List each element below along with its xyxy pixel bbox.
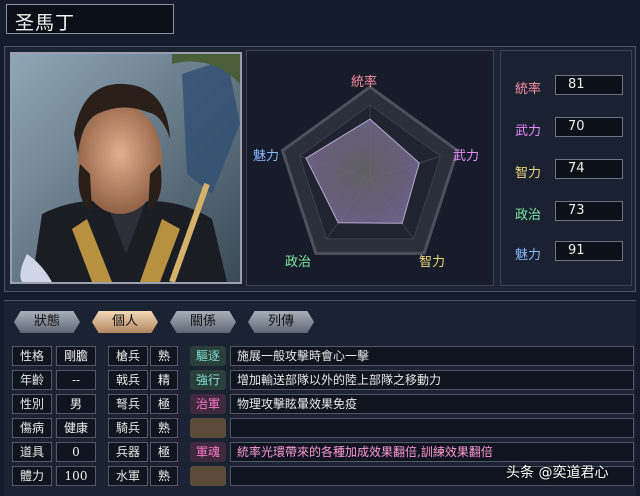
weapon-label: 弩兵: [108, 394, 148, 414]
name-banner: 圣馬丁: [6, 4, 174, 34]
skill-description: 統率光環帶來的各種加成效果翻倍,訓練效果翻倍: [230, 442, 634, 462]
personal-label: 道具: [12, 442, 52, 462]
stat-row-war: 武力 70: [509, 117, 629, 139]
portrait-image: [12, 54, 240, 282]
stat-row-int: 智力 74: [509, 159, 629, 181]
skill-tag[interactable]: 軍魂: [190, 442, 226, 462]
skill-description: 增加輸送部隊以外的陸上部隊之移動力: [230, 370, 634, 390]
personal-value: 0: [56, 442, 96, 462]
weapon-rank: 極: [150, 442, 178, 462]
stat-value: 81: [555, 75, 623, 95]
stat-label: 智力: [514, 166, 541, 181]
weapon-rank: 熟: [150, 346, 178, 366]
tab-status[interactable]: 狀態: [14, 311, 80, 333]
radar-label-pol: 政治: [285, 255, 312, 270]
skill-tag[interactable]: 治軍: [190, 394, 226, 414]
stat-row-lead: 統率 81: [509, 75, 629, 97]
skill-description: 物理攻擊眩暈效果免疫: [230, 394, 634, 414]
personal-label: 年齡: [12, 370, 52, 390]
personal-value: 健康: [56, 418, 96, 438]
stat-label: 政治: [514, 208, 541, 223]
weapon-rank: 極: [150, 394, 178, 414]
skill-description: 施展一般攻擊時會心一擊: [230, 346, 634, 366]
personal-label: 性格: [12, 346, 52, 366]
personal-value: 剛膽: [56, 346, 96, 366]
weapon-label: 槍兵: [108, 346, 148, 366]
radar-label-int: 智力: [419, 255, 446, 270]
watermark: 头条 @奕道君心: [506, 465, 609, 481]
skill-description-empty: [230, 418, 634, 438]
weapon-label: 戟兵: [108, 370, 148, 390]
stat-label: 統率: [514, 82, 541, 97]
skill-slot-empty: [190, 466, 226, 486]
weapon-rank: 熟: [150, 418, 178, 438]
stat-row-pol: 政治 73: [509, 201, 629, 223]
stat-label: 武力: [514, 124, 541, 139]
weapon-label: 水軍: [108, 466, 148, 486]
personal-label: 傷病: [12, 418, 52, 438]
skill-tag[interactable]: 驅逐: [190, 346, 226, 366]
tab-relations[interactable]: 關係: [170, 311, 236, 333]
tab-biography[interactable]: 列傳: [248, 311, 314, 333]
weapon-label: 兵器: [108, 442, 148, 462]
stat-value: 91: [555, 241, 623, 261]
stat-value: 73: [555, 201, 623, 221]
personal-label: 體力: [12, 466, 52, 486]
stat-value: 74: [555, 159, 623, 179]
stat-label: 魅力: [514, 248, 541, 263]
stat-radar-chart: 統率 武力 智力 政治 魅力: [246, 50, 494, 286]
character-portrait: [10, 52, 242, 284]
weapon-rank: 熟: [150, 466, 178, 486]
personal-value: 100: [56, 466, 96, 486]
tab-personal[interactable]: 個人: [92, 311, 158, 333]
stat-row-cha: 魅力 91: [509, 241, 629, 263]
stat-value: 70: [555, 117, 623, 137]
personal-label: 性別: [12, 394, 52, 414]
personal-value: --: [56, 370, 96, 390]
radar-label-cha: 魅力: [253, 149, 280, 164]
radar-label-lead: 統率: [351, 75, 378, 90]
weapon-rank: 精: [150, 370, 178, 390]
skill-slot-empty: [190, 418, 226, 438]
radar-label-war: 武力: [453, 149, 480, 164]
personal-value: 男: [56, 394, 96, 414]
weapon-label: 騎兵: [108, 418, 148, 438]
skill-tag[interactable]: 強行: [190, 370, 226, 390]
stats-list: 統率 81 武力 70 智力 74 政治 73 魅力 91: [500, 50, 632, 286]
character-name: 圣馬丁: [15, 12, 76, 34]
